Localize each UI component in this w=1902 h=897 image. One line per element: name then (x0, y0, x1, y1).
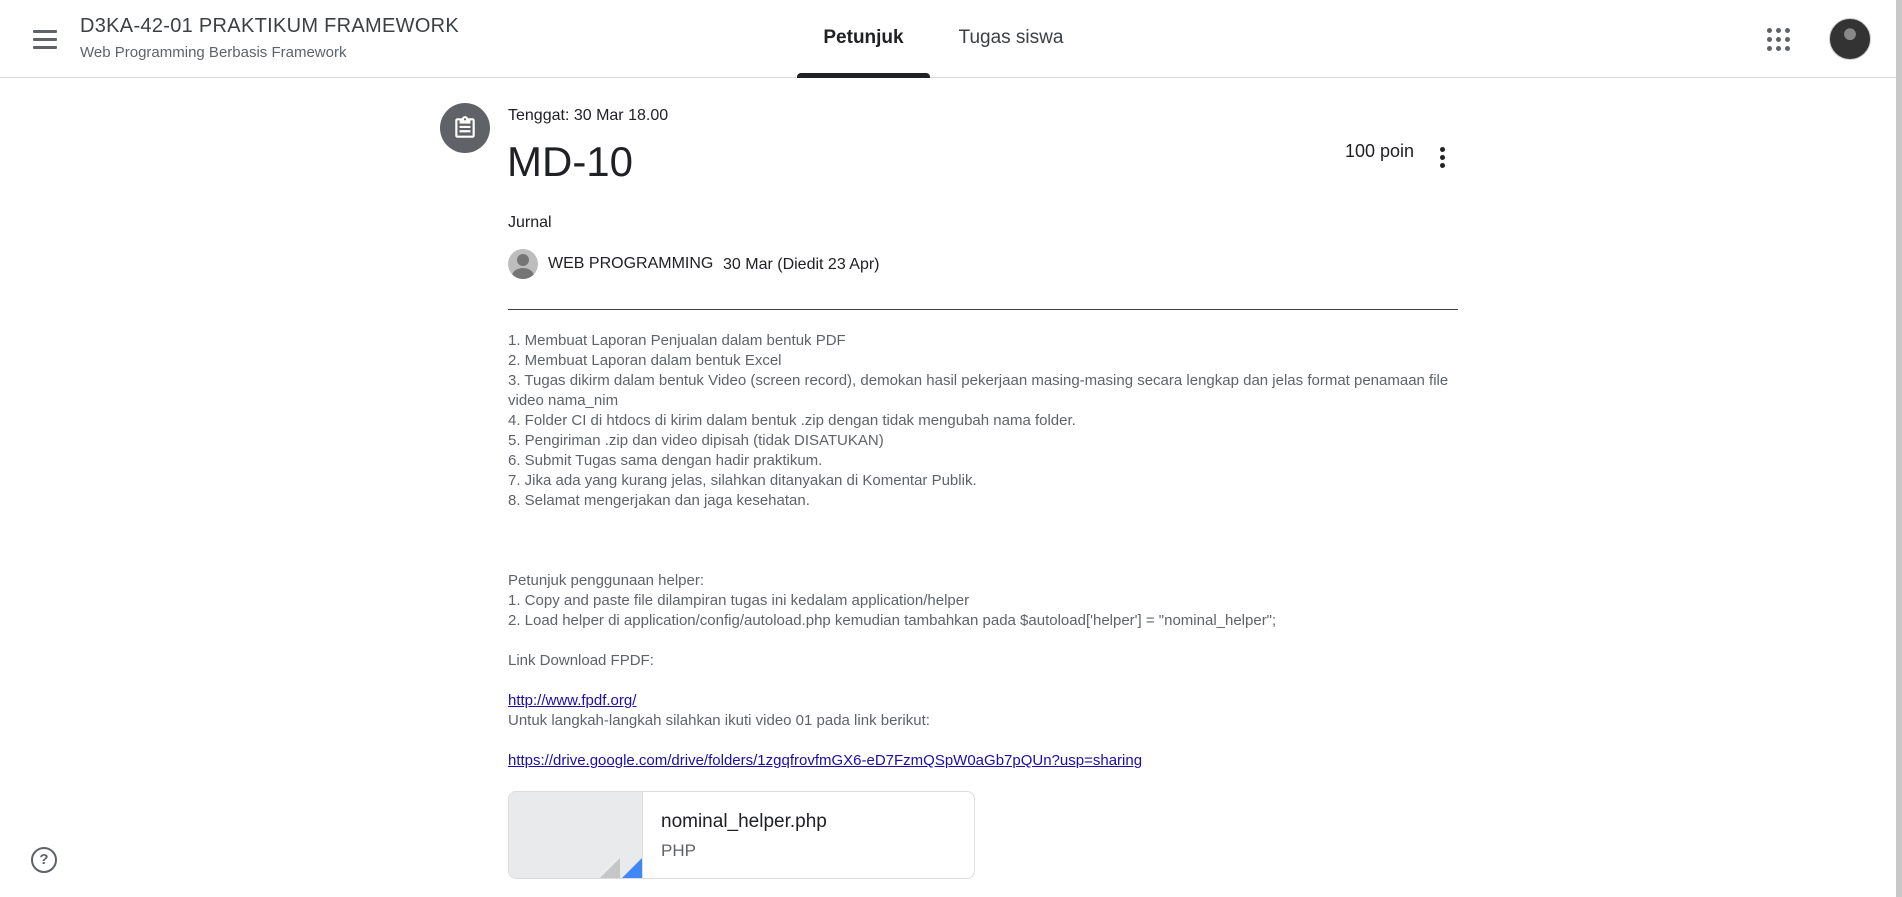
scrollbar-thumb[interactable] (1896, 0, 1902, 897)
scrollbar[interactable] (1896, 0, 1902, 897)
instruction-line: 6. Submit Tugas sama dengan hadir prakti… (508, 452, 823, 469)
tab-label: Tugas siswa (958, 27, 1064, 48)
fpdf-link[interactable]: http://www.fpdf.org/ (508, 692, 636, 709)
instruction-line: 5. Pengiriman .zip dan video dipisah (ti… (508, 432, 884, 449)
help-icon[interactable]: ? (31, 847, 57, 873)
helper-line: 1. Copy and paste file dilampiran tugas … (508, 592, 970, 609)
class-title[interactable]: D3KA-42-01 PRAKTIKUM FRAMEWORK (80, 15, 459, 38)
fpdf-heading: Link Download FPDF: (508, 652, 654, 669)
tab-petunjuk[interactable]: Petunjuk (797, 0, 930, 78)
points-label: 100 poin (1345, 141, 1415, 161)
divider (508, 309, 1458, 310)
top-app-bar: D3KA-42-01 PRAKTIKUM FRAMEWORK Web Progr… (0, 0, 1902, 78)
tab-label: Petunjuk (823, 27, 904, 48)
instruction-line: 8. Selamat mengerjakan dan jaga kesehata… (508, 492, 810, 509)
menu-icon[interactable] (26, 22, 64, 56)
helper-line: 2. Load helper di application/config/aut… (508, 612, 1277, 629)
helper-heading: Petunjuk penggunaan helper: (508, 572, 704, 589)
account-avatar[interactable] (1829, 18, 1871, 60)
due-date: Tenggat: 30 Mar 18.00 (508, 107, 669, 124)
tab-tugas-siswa[interactable]: Tugas siswa (946, 0, 1076, 78)
instruction-line: 7. Jika ada yang kurang jelas, silahkan … (508, 472, 977, 489)
instruction-line: 1. Membuat Laporan Penjualan dalam bentu… (508, 332, 846, 349)
attachment-thumbnail (509, 792, 643, 878)
file-corner-icon (620, 858, 642, 878)
assignment-title: MD-10 (507, 138, 634, 185)
instruction-line: 4. Folder CI di htdocs di kirim dalam be… (508, 412, 1076, 429)
file-fold-icon (598, 858, 620, 878)
video-note: Untuk langkah-langkah silahkan ikuti vid… (508, 712, 930, 729)
assignment-instructions: 1. Membuat Laporan Penjualan dalam bentu… (508, 331, 1458, 771)
more-vert-icon[interactable] (1430, 142, 1454, 172)
post-date: 30 Mar (Diedit 23 Apr) (723, 256, 880, 273)
tab-active-indicator (797, 73, 930, 78)
author-avatar (508, 249, 538, 279)
attachment-type: PHP (661, 841, 696, 860)
drive-link[interactable]: https://drive.google.com/drive/folders/1… (508, 752, 1142, 769)
instruction-line: 2. Membuat Laporan dalam bentuk Excel (508, 352, 782, 369)
instruction-line: 3. Tugas dikirm dalam bentuk Video (scre… (508, 372, 1449, 409)
apps-grid-icon[interactable] (1763, 24, 1795, 56)
attachment-card[interactable]: nominal_helper.php PHP (508, 791, 975, 879)
topic-label: Jurnal (508, 214, 552, 231)
attachment-name: nominal_helper.php (661, 811, 827, 832)
class-subtitle: Web Programming Berbasis Framework (80, 44, 347, 61)
author-name: WEB PROGRAMMING (548, 255, 714, 272)
assignment-clipboard-icon (440, 103, 490, 153)
